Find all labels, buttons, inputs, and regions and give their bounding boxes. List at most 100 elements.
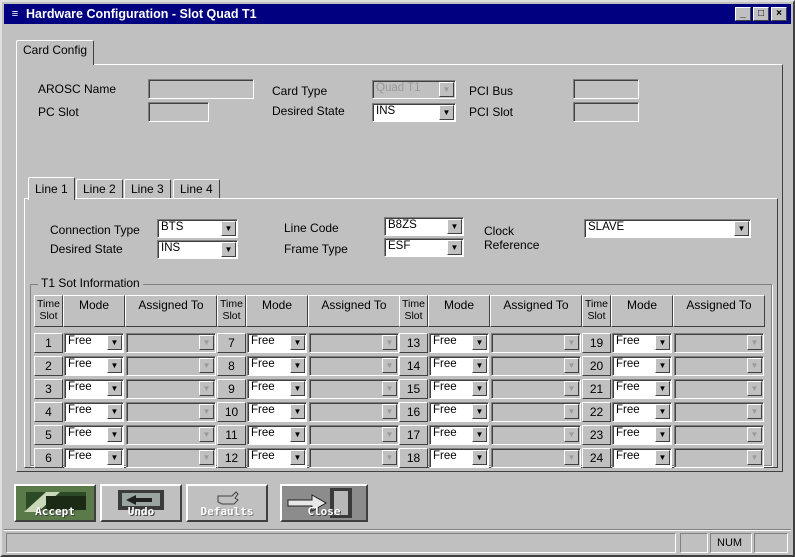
clock-reference-select[interactable]: SLAVE ▼: [584, 219, 751, 238]
mode-select[interactable]: Free ▼: [247, 356, 307, 376]
chevron-down-icon[interactable]: ▼: [472, 335, 487, 350]
line-code-select[interactable]: B8ZS ▼: [384, 217, 464, 236]
chevron-down-icon[interactable]: ▼: [655, 358, 670, 373]
card-type-value: Quad T1: [376, 82, 421, 94]
mode-select[interactable]: Free ▼: [429, 425, 489, 445]
title-bar[interactable]: ≡ Hardware Configuration - Slot Quad T1 …: [4, 4, 791, 24]
mode-value: Free: [251, 450, 275, 462]
assigned-to-select: ▼: [491, 356, 581, 376]
chevron-down-icon[interactable]: ▼: [472, 450, 487, 465]
card-desired-state-select[interactable]: INS ▼: [372, 103, 456, 122]
chevron-down-icon[interactable]: ▼: [221, 242, 236, 257]
mode-value: Free: [616, 404, 640, 416]
chevron-down-icon[interactable]: ▼: [107, 450, 122, 465]
chevron-down-icon[interactable]: ▼: [655, 427, 670, 442]
mode-select[interactable]: Free ▼: [247, 379, 307, 399]
undo-button[interactable]: Undo: [100, 484, 182, 522]
chevron-down-icon[interactable]: ▼: [107, 404, 122, 419]
chevron-down-icon[interactable]: ▼: [472, 381, 487, 396]
tab-line-3[interactable]: Line 3: [124, 179, 171, 199]
mode-select[interactable]: Free ▼: [612, 356, 672, 376]
pc-slot-field[interactable]: [148, 102, 209, 122]
time-slot-number: 16: [399, 402, 428, 422]
mode-select[interactable]: Free ▼: [429, 379, 489, 399]
chevron-down-icon[interactable]: ▼: [290, 450, 305, 465]
chevron-down-icon[interactable]: ▼: [290, 335, 305, 350]
chevron-down-icon[interactable]: ▼: [472, 404, 487, 419]
assigned-to-select: ▼: [309, 379, 399, 399]
frame-type-label: Frame Type: [284, 242, 348, 256]
chevron-down-icon[interactable]: ▼: [472, 427, 487, 442]
maximize-button[interactable]: □: [753, 7, 769, 21]
chevron-down-icon: ▼: [382, 427, 397, 442]
defaults-button[interactable]: Defaults: [186, 484, 268, 522]
chevron-down-icon[interactable]: ▼: [447, 219, 462, 234]
chevron-down-icon[interactable]: ▼: [290, 358, 305, 373]
chevron-down-icon[interactable]: ▼: [447, 240, 462, 255]
chevron-down-icon[interactable]: ▼: [107, 358, 122, 373]
chevron-down-icon[interactable]: ▼: [107, 427, 122, 442]
frame-type-value: ESF: [388, 240, 411, 252]
tab-line-2[interactable]: Line 2: [76, 179, 123, 199]
mode-select[interactable]: Free ▼: [612, 402, 672, 422]
mode-select[interactable]: Free ▼: [429, 333, 489, 353]
mode-select[interactable]: Free ▼: [64, 425, 124, 445]
assigned-to-select: ▼: [491, 448, 581, 468]
time-slot-number: 11: [217, 425, 246, 445]
pci-slot-field[interactable]: [573, 102, 639, 122]
time-slot-number: 13: [399, 333, 428, 353]
chevron-down-icon: ▼: [199, 335, 214, 350]
mode-value: Free: [616, 450, 640, 462]
chevron-down-icon[interactable]: ▼: [290, 381, 305, 396]
mode-select[interactable]: Free ▼: [64, 402, 124, 422]
chevron-down-icon[interactable]: ▼: [655, 404, 670, 419]
mode-select[interactable]: Free ▼: [247, 402, 307, 422]
chevron-down-icon[interactable]: ▼: [734, 221, 749, 236]
mode-select[interactable]: Free ▼: [612, 379, 672, 399]
tab-line-4[interactable]: Line 4: [173, 179, 220, 199]
mode-select[interactable]: Free ▼: [64, 356, 124, 376]
chevron-down-icon[interactable]: ▼: [107, 381, 122, 396]
chevron-down-icon[interactable]: ▼: [221, 221, 236, 236]
assigned-to-select: ▼: [674, 333, 764, 353]
chevron-down-icon: ▼: [747, 450, 762, 465]
mode-value: Free: [616, 358, 640, 370]
mode-select[interactable]: Free ▼: [612, 333, 672, 353]
line-desired-state-select[interactable]: INS ▼: [157, 240, 238, 259]
minimize-button[interactable]: _: [735, 7, 751, 21]
chevron-down-icon[interactable]: ▼: [290, 404, 305, 419]
assigned-to-select: ▼: [491, 402, 581, 422]
system-menu-icon[interactable]: ≡: [8, 8, 22, 20]
mode-select[interactable]: Free ▼: [612, 448, 672, 468]
chevron-down-icon[interactable]: ▼: [472, 358, 487, 373]
frame-type-select[interactable]: ESF ▼: [384, 238, 464, 257]
mode-select[interactable]: Free ▼: [429, 356, 489, 376]
chevron-down-icon[interactable]: ▼: [655, 335, 670, 350]
time-slot-header-line-1: Time: [585, 298, 608, 310]
mode-select[interactable]: Free ▼: [64, 448, 124, 468]
chevron-down-icon[interactable]: ▼: [439, 105, 454, 120]
mode-select[interactable]: Free ▼: [247, 448, 307, 468]
pci-bus-field[interactable]: [573, 79, 639, 99]
chevron-down-icon[interactable]: ▼: [655, 450, 670, 465]
tab-line-1[interactable]: Line 1: [28, 177, 75, 200]
arosc-name-field[interactable]: [148, 79, 254, 99]
accept-button[interactable]: Accept: [14, 484, 96, 522]
connection-type-select[interactable]: BTS ▼: [157, 219, 238, 238]
close-window-button[interactable]: ×: [771, 7, 787, 21]
mode-select[interactable]: Free ▼: [247, 333, 307, 353]
mode-select[interactable]: Free ▼: [247, 425, 307, 445]
close-button[interactable]: Close: [280, 484, 368, 522]
chevron-down-icon[interactable]: ▼: [107, 335, 122, 350]
chevron-down-icon[interactable]: ▼: [655, 381, 670, 396]
assigned-to-header: Assigned To: [490, 295, 582, 327]
mode-select[interactable]: Free ▼: [612, 425, 672, 445]
mode-select[interactable]: Free ▼: [64, 333, 124, 353]
mode-select[interactable]: Free ▼: [429, 448, 489, 468]
time-slot-number: 8: [217, 356, 246, 376]
mode-select[interactable]: Free ▼: [64, 379, 124, 399]
tab-card-config[interactable]: Card Config: [16, 40, 95, 65]
assigned-to-select: ▼: [309, 356, 399, 376]
chevron-down-icon[interactable]: ▼: [290, 427, 305, 442]
mode-select[interactable]: Free ▼: [429, 402, 489, 422]
